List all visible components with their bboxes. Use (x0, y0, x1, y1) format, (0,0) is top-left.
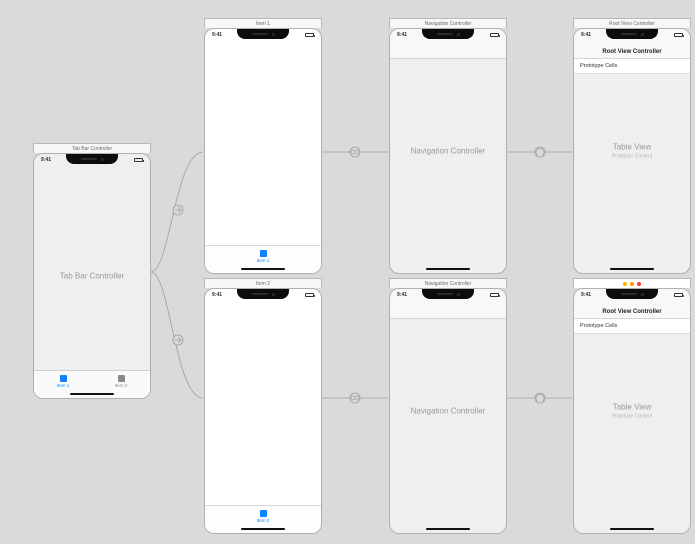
square-icon (260, 250, 267, 257)
nav-title: Root View Controller (602, 49, 661, 55)
placeholder-title: Table View (613, 143, 652, 152)
battery-icon (134, 158, 143, 162)
home-indicator (426, 268, 470, 271)
notch (606, 289, 658, 299)
controller-placeholder-label: Tab Bar Controller (34, 272, 150, 281)
table-view-placeholder: Table View Prototype Content (574, 143, 690, 160)
notch (422, 289, 474, 299)
scene-item-1[interactable]: Item 1 9:41 Item 1 (204, 18, 322, 274)
scene-navigation-controller-2[interactable]: Navigation Controller 9:41 Navigation Co… (389, 278, 507, 534)
first-responder-icon (630, 282, 634, 286)
scene-title[interactable] (573, 278, 691, 288)
scene-title[interactable]: Item 1 (204, 18, 322, 28)
square-icon (60, 375, 67, 382)
tab-label: Item 2 (115, 383, 128, 388)
home-indicator (241, 268, 285, 271)
phone-frame[interactable]: 9:41 Item 1 (204, 28, 322, 274)
status-time: 9:41 (581, 32, 591, 38)
scene-title[interactable]: Navigation Controller (389, 278, 507, 288)
placeholder-subtitle: Prototype Content (574, 154, 690, 160)
status-time: 9:41 (212, 292, 222, 298)
home-indicator (610, 528, 654, 531)
notch (237, 289, 289, 299)
scene-title[interactable]: Navigation Controller (389, 18, 507, 28)
scene-item-2[interactable]: Item 2 9:41 Item 2 (204, 278, 322, 534)
scene-root-view-controller-1[interactable]: Root View Controller Root View Controlle… (573, 18, 691, 274)
phone-frame[interactable]: 9:41 Navigation Controller (389, 288, 507, 534)
controller-placeholder-label: Navigation Controller (390, 147, 506, 156)
status-time: 9:41 (397, 32, 407, 38)
prototype-cells-row[interactable]: Prototype Cells (574, 319, 690, 334)
prototype-cells-label: Prototype Cells (580, 323, 617, 329)
battery-icon (490, 33, 499, 37)
battery-icon (674, 293, 683, 297)
battery-icon (305, 293, 314, 297)
square-icon (260, 510, 267, 517)
scene-navigation-controller-1[interactable]: Navigation Controller 9:41 Navigation Co… (389, 18, 507, 274)
table-view-placeholder: Table View Prototype Content (574, 403, 690, 420)
phone-frame[interactable]: Root View Controller 9:41 Prototype Cell… (573, 28, 691, 274)
status-time: 9:41 (397, 292, 407, 298)
prototype-cells-row[interactable]: Prototype Cells (574, 59, 690, 74)
home-indicator (241, 528, 285, 531)
battery-icon (490, 293, 499, 297)
status-time: 9:41 (581, 292, 591, 298)
home-indicator (70, 393, 114, 396)
home-indicator (426, 528, 470, 531)
prototype-cells-label: Prototype Cells (580, 63, 617, 69)
notch (237, 29, 289, 39)
battery-icon (305, 33, 314, 37)
placeholder-title: Table View (613, 403, 652, 412)
scene-title[interactable]: Item 2 (204, 278, 322, 288)
square-icon (118, 375, 125, 382)
phone-frame[interactable]: 9:41 Tab Bar Controller Item 1 Item 2 (33, 153, 151, 399)
battery-icon (674, 33, 683, 37)
home-indicator (610, 268, 654, 271)
controller-placeholder-label: Navigation Controller (390, 407, 506, 416)
notch (66, 154, 118, 164)
placeholder-subtitle: Prototype Content (574, 414, 690, 420)
tab-label: Item 1 (57, 383, 70, 388)
phone-frame[interactable]: Root View Controller 9:41 Prototype Cell… (573, 288, 691, 534)
status-time: 9:41 (212, 32, 222, 38)
nav-title: Root View Controller (602, 309, 661, 315)
status-time: 9:41 (41, 157, 51, 163)
scene-title-icons (623, 279, 641, 288)
notch (422, 29, 474, 39)
scene-tab-bar-controller[interactable]: Tab Bar Controller 9:41 Tab Bar Controll… (33, 143, 151, 399)
tab-label: Item 2 (257, 518, 270, 523)
scene-title[interactable]: Root View Controller (573, 18, 691, 28)
phone-frame[interactable]: 9:41 Navigation Controller (389, 28, 507, 274)
scene-root-view-controller-2[interactable]: Root View Controller 9:41 Prototype Cell… (573, 278, 691, 534)
tab-label: Item 1 (257, 258, 270, 263)
scene-title[interactable]: Tab Bar Controller (33, 143, 151, 153)
notch (606, 29, 658, 39)
vc-icon (623, 282, 627, 286)
phone-frame[interactable]: 9:41 Item 2 (204, 288, 322, 534)
exit-icon (637, 282, 641, 286)
